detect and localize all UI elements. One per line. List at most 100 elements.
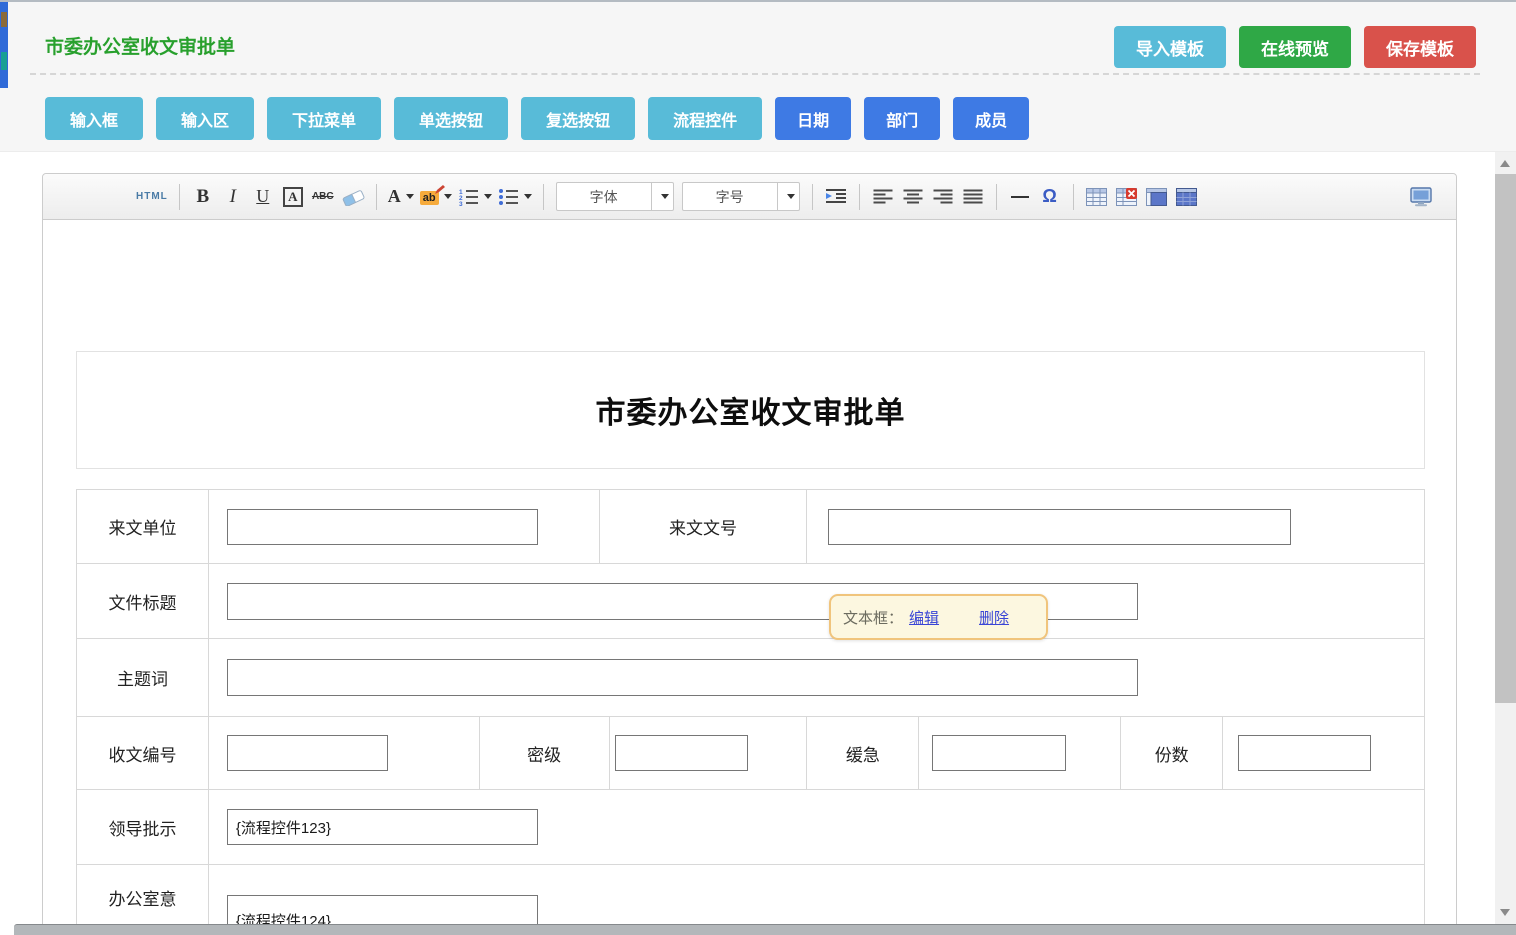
save-template-button[interactable]: 保存模板 [1364,26,1476,68]
toolbar-separator [996,184,997,210]
toolbar-separator [1073,184,1074,210]
form-input-cell [209,564,1425,639]
text-input-control[interactable] [227,659,1138,696]
table-props-icon [1176,188,1197,206]
char-border-button[interactable]: A [281,182,305,212]
text-input-control[interactable] [615,735,748,771]
date-button[interactable]: 日期 [775,97,851,140]
form-label-cell: 密级 [480,717,610,790]
horizontal-rule-icon [1011,196,1029,198]
background-taskbar-edge [14,924,1516,935]
strikethrough-button[interactable]: ABC [311,182,335,212]
html-source-icon: HTML [136,191,168,202]
bold-button[interactable]: B [191,182,215,212]
align-center-button[interactable] [901,182,925,212]
source-code-button[interactable]: HTML [136,182,168,212]
tooltip-label: 文本框： [843,607,903,628]
table-row: 主题词 [77,639,1425,717]
form-input-cell [209,639,1425,717]
italic-button[interactable]: I [221,182,245,212]
table-cell-button[interactable] [1145,182,1169,212]
horizontal-rule-button[interactable] [1008,182,1032,212]
form-label-cell: 份数 [1121,717,1223,790]
editor-canvas[interactable]: 市委办公室收文审批单 来文单位 来文文号 文件标题 主题词 [43,220,1456,935]
align-left-button[interactable] [871,182,895,212]
align-left-icon [873,189,893,204]
align-right-icon [933,189,953,204]
form-input-cell [919,717,1121,790]
chevron-down-icon [787,194,795,199]
editor-toolbar: HTML B I U A ABC A ab 1 2 [43,174,1456,220]
radio-button-button[interactable]: 单选按钮 [394,97,508,140]
monitor-icon [1408,187,1434,207]
text-input-control[interactable] [1238,735,1371,771]
text-input-control[interactable] [227,735,388,771]
text-input-control[interactable] [828,509,1291,545]
header: 市委办公室收文审批单 导入模板 在线预览 保存模板 输入框 输入区 下拉菜单 单… [0,2,1516,152]
table-props-button[interactable] [1175,182,1199,212]
import-template-button[interactable]: 导入模板 [1114,26,1226,68]
unordered-list-button[interactable] [498,182,532,212]
ordered-list-icon: 1 2 3 [458,188,479,206]
online-preview-button[interactable]: 在线预览 [1239,26,1351,68]
scroll-up-arrow[interactable] [1500,160,1510,167]
toolbar-separator [859,184,860,210]
form-input-cell: {流程控件123} [209,790,1425,865]
font-family-dropdown-arrow[interactable] [651,183,673,210]
eraser-icon [341,188,365,206]
delete-table-button[interactable] [1115,182,1139,212]
form-input-cell [610,717,808,790]
align-justify-button[interactable] [961,182,985,212]
flow-control-button[interactable]: 流程控件 [648,97,762,140]
document-title: 市委办公室收文审批单 [596,388,906,432]
underline-button[interactable]: U [251,182,275,212]
pencil-icon [435,184,445,194]
scrollbar-thumb[interactable] [1495,174,1516,703]
widget-toolbar: 输入框 输入区 下拉菜单 单选按钮 复选按钮 流程控件 日期 部门 成员 [45,97,1029,140]
input-box-button[interactable]: 输入框 [45,97,143,140]
checkbox-button[interactable]: 复选按钮 [521,97,635,140]
toolbar-separator [812,184,813,210]
text-input-control[interactable] [227,509,538,545]
page-title: 市委办公室收文审批单 [45,32,235,59]
scroll-down-arrow[interactable] [1500,909,1510,916]
table-row: 来文单位 来文文号 [77,490,1425,564]
department-button[interactable]: 部门 [864,97,940,140]
member-button[interactable]: 成员 [953,97,1029,140]
form-input-cell [1223,717,1425,790]
vertical-scrollbar[interactable] [1495,152,1516,924]
background-window-icon [1,12,7,27]
tooltip-edit-link[interactable]: 编辑 [909,607,939,628]
text-input-control[interactable] [932,735,1066,771]
insert-table-button[interactable] [1085,182,1109,212]
form-label-cell: 文件标题 [77,564,209,639]
window-top-edge [0,0,1516,2]
form-label-cell: 来文单位 [77,490,209,564]
font-family-select[interactable]: 字体 [556,182,674,211]
align-right-button[interactable] [931,182,955,212]
ordered-list-button[interactable]: 1 2 3 [458,182,492,212]
font-size-dropdown-arrow[interactable] [777,183,799,210]
highlight-color-button[interactable]: ab [420,182,452,212]
fullscreen-button[interactable] [1408,182,1434,212]
chevron-down-icon [484,194,492,199]
dropdown-menu-button[interactable]: 下拉菜单 [267,97,381,140]
form-table: 来文单位 来文文号 文件标题 主题词 [76,489,1425,935]
eraser-button[interactable] [341,182,365,212]
tooltip-delete-link[interactable]: 删除 [979,607,1009,628]
font-size-select[interactable]: 字号 [682,182,800,211]
header-actions: 导入模板 在线预览 保存模板 [1114,26,1476,68]
input-area-button[interactable]: 输入区 [156,97,254,140]
indent-icon [825,188,847,205]
background-window-edge [0,2,8,88]
font-color-button[interactable]: A [388,182,414,212]
document-title-box[interactable]: 市委办公室收文审批单 [76,351,1425,469]
special-char-button[interactable]: Ω [1038,182,1062,212]
indent-button[interactable] [824,182,848,212]
header-divider [30,73,1480,75]
form-label-cell: 收文编号 [77,717,209,790]
flow-control-placeholder[interactable]: {流程控件123} [227,809,538,845]
chevron-down-icon [444,194,452,199]
font-size-label: 字号 [683,187,777,207]
table-row: 文件标题 [77,564,1425,639]
